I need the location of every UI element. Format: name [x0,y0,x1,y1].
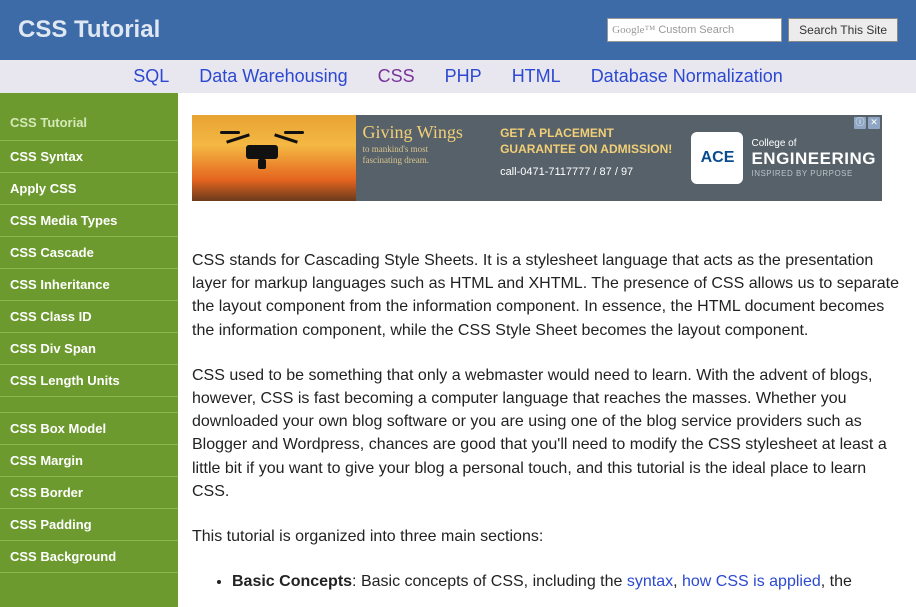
ad-info-icon[interactable]: ⓘ [854,117,866,129]
ad-logo: ACE College of ENGINEERING INSPIRED BY P… [685,115,882,201]
paragraph-2: CSS used to be something that only a web… [192,364,902,503]
sidebar-spacer [0,397,178,413]
ad-offer: GET A PLACEMENT GUARANTEE ON ADMISSION! … [496,115,685,201]
topnav-database-normalization[interactable]: Database Normalization [591,66,783,87]
ace-badge: ACE [691,132,743,184]
sidebar-item-css-inheritance[interactable]: CSS Inheritance [0,269,178,301]
sidebar-item-css-length-units[interactable]: CSS Length Units [0,365,178,397]
sidebar-item-css-background[interactable]: CSS Background [0,541,178,573]
sidebar-item-apply-css[interactable]: Apply CSS [0,173,178,205]
sidebar-item-css-syntax[interactable]: CSS Syntax [0,141,178,173]
sidebar-item-css-media-types[interactable]: CSS Media Types [0,205,178,237]
sidebar-item-css-border[interactable]: CSS Border [0,477,178,509]
search-area: Google™ Custom Search Search This Site [607,18,898,42]
sidebar-title[interactable]: CSS Tutorial [0,93,178,141]
search-button[interactable]: Search This Site [788,18,898,42]
sidebar: CSS Tutorial CSS SyntaxApply CSSCSS Medi… [0,93,178,607]
paragraph-1: CSS stands for Cascading Style Sheets. I… [192,249,902,342]
sidebar-item-css-padding[interactable]: CSS Padding [0,509,178,541]
topnav-css[interactable]: CSS [378,66,415,87]
topnav-php[interactable]: PHP [445,66,482,87]
sidebar-item-css-cascade[interactable]: CSS Cascade [0,237,178,269]
google-logo-text: Google™ [612,24,655,36]
ad-close-icon[interactable]: ✕ [868,117,880,129]
page-title: CSS Tutorial [18,16,160,44]
topnav-sql[interactable]: SQL [133,66,169,87]
topnav-data-warehousing[interactable]: Data Warehousing [199,66,347,87]
top-nav: SQL Data Warehousing CSS PHP HTML Database No… [0,60,916,93]
drone-icon [222,129,302,165]
ad-slogan: Giving Wings to mankind's mostfascinatin… [356,115,496,201]
search-placeholder: Custom Search [658,24,734,36]
sidebar-item-css-class-id[interactable]: CSS Class ID [0,301,178,333]
ad-banner[interactable]: Giving Wings to mankind's mostfascinatin… [192,115,882,201]
main-content: Giving Wings to mankind's mostfascinatin… [178,93,916,607]
ad-image [192,115,356,201]
paragraph-3: This tutorial is organized into three ma… [192,525,902,548]
search-input[interactable]: Google™ Custom Search [607,18,782,42]
sidebar-item-css-margin[interactable]: CSS Margin [0,445,178,477]
sidebar-item-css-div-span[interactable]: CSS Div Span [0,333,178,365]
page-header: CSS Tutorial Google™ Custom Search Searc… [0,0,916,60]
sidebar-item-css-box-model[interactable]: CSS Box Model [0,413,178,445]
bullet-basic-concepts: Basic Concepts: Basic concepts of CSS, i… [232,570,902,593]
topnav-html[interactable]: HTML [512,66,561,87]
